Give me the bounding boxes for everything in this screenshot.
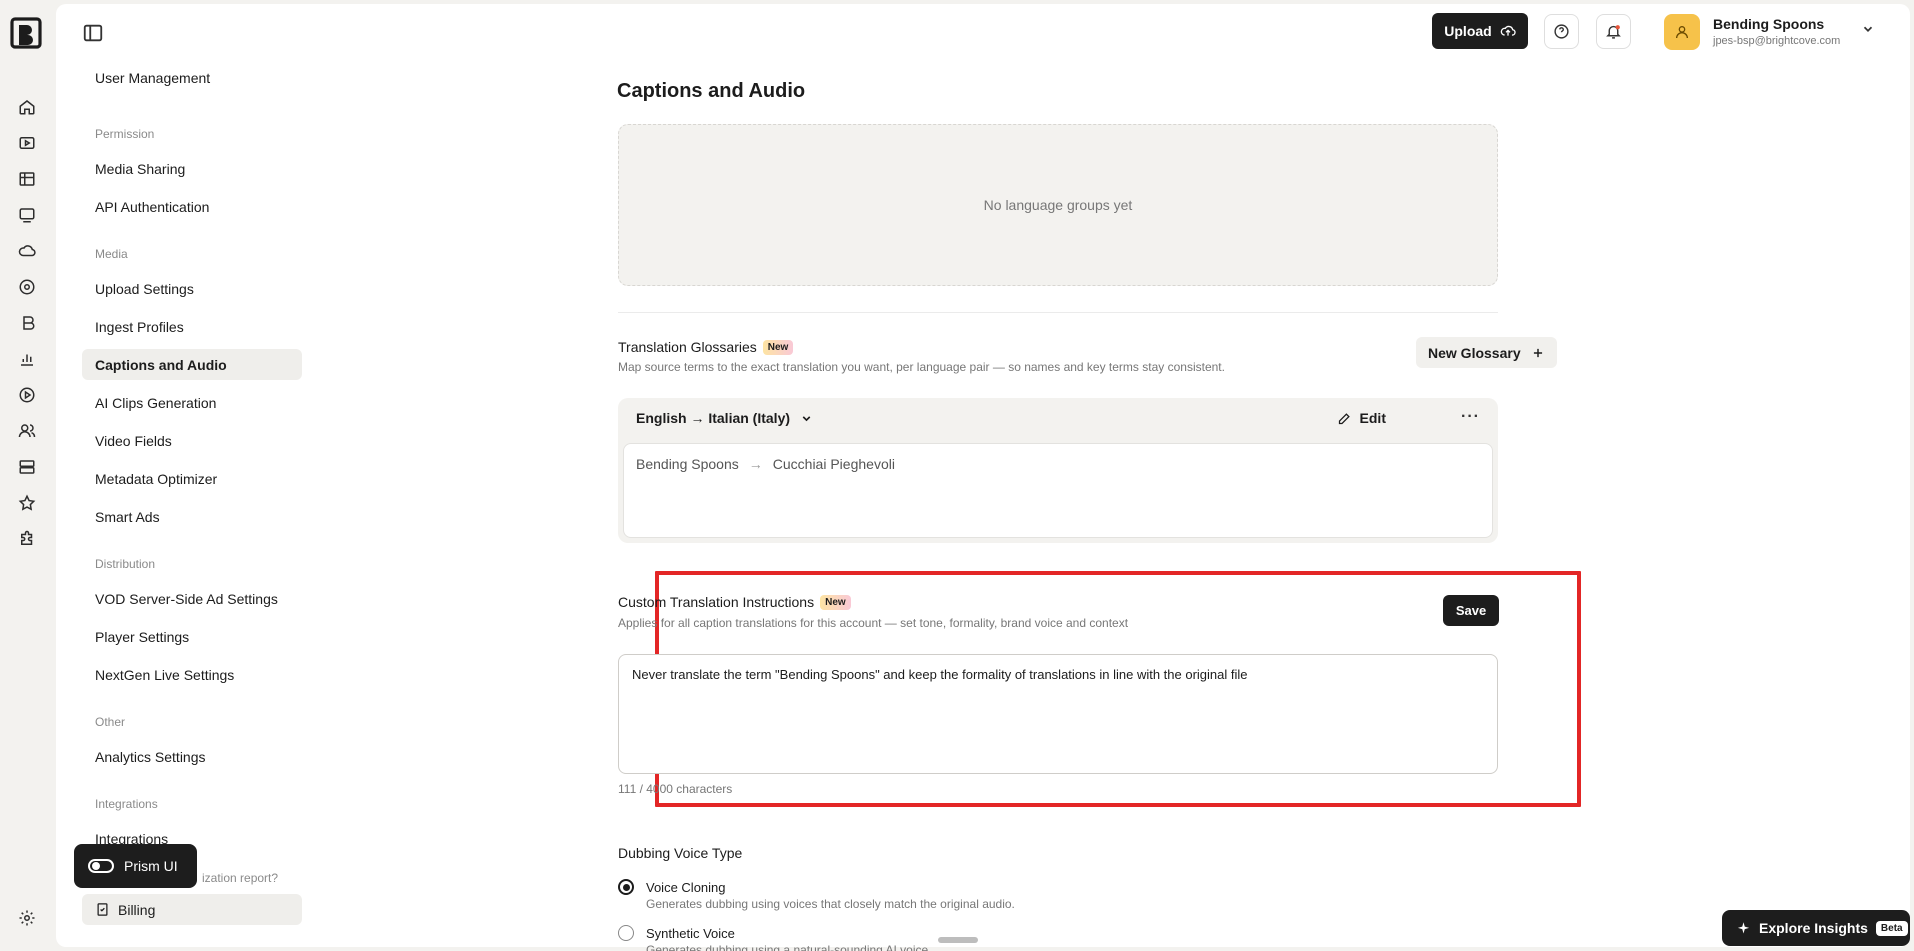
sidebar-item-ai-clips-generation[interactable]: AI Clips Generation (82, 387, 302, 418)
storage-icon[interactable] (14, 454, 40, 480)
bell-icon (1606, 25, 1621, 39)
voice-cloning-label: Voice Cloning (646, 880, 726, 895)
user-name[interactable]: Bending Spoons (1713, 16, 1824, 32)
custom-instructions-subtitle: Applies for all caption translations for… (618, 616, 1129, 630)
toggle-icon (88, 859, 114, 873)
language-pair-dropdown[interactable]: English → Italian (Italy) (636, 410, 813, 426)
page-title: Captions and Audio (617, 80, 806, 102)
sidebar-toggle-icon[interactable] (82, 22, 104, 44)
live-icon[interactable] (14, 274, 40, 300)
sidebar-group-integrations: Integrations (95, 797, 158, 811)
settings-gear-icon[interactable] (14, 905, 40, 931)
prism-ui-toggle[interactable]: Prism UI (74, 844, 197, 888)
notifications-button[interactable] (1596, 14, 1631, 49)
sidebar-item-vod-ssai[interactable]: VOD Server-Side Ad Settings (82, 583, 302, 614)
glossaries-subtitle: Map source terms to the exact translatio… (618, 360, 1225, 374)
glossary-terms-list: Bending Spoons → Cucchiai Pieghevoli (623, 443, 1493, 538)
edit-glossary-button[interactable]: Edit (1337, 410, 1386, 426)
receipt-icon (97, 903, 108, 916)
icon-rail (0, 0, 56, 951)
sidebar-item-billing[interactable]: Billing (82, 894, 302, 925)
pencil-icon (1338, 412, 1350, 424)
gallery-icon[interactable] (14, 310, 40, 336)
new-glossary-button[interactable]: New Glossary (1416, 337, 1557, 368)
sidebar-item-upload-settings[interactable]: Upload Settings (82, 273, 302, 304)
save-button[interactable]: Save (1443, 595, 1499, 626)
sidebar-item-metadata-optimizer[interactable]: Metadata Optimizer (82, 463, 302, 494)
section-divider (618, 312, 1498, 313)
sparkle-icon (1737, 921, 1750, 933)
sidebar-item-player-settings[interactable]: Player Settings (82, 621, 302, 652)
analytics-icon[interactable] (14, 346, 40, 372)
synthetic-voice-desc: Generates dubbing using a natural-soundi… (646, 943, 932, 951)
player-icon[interactable] (14, 202, 40, 228)
glossary-card: English → Italian (Italy) Edit ··· Bendi… (618, 398, 1498, 543)
sidebar-item-ingest-profiles[interactable]: Ingest Profiles (82, 311, 302, 342)
help-button[interactable] (1544, 14, 1579, 49)
help-icon (1554, 24, 1569, 39)
cloud-icon[interactable] (14, 238, 40, 264)
upload-cloud-icon (1500, 25, 1516, 36)
char-count: 111 / 4000 characters (618, 782, 733, 796)
table-icon[interactable] (14, 166, 40, 192)
more-options-button[interactable]: ··· (1461, 408, 1480, 426)
language-groups-empty: No language groups yet (618, 124, 1498, 286)
users-icon[interactable] (14, 418, 40, 444)
new-badge: New (820, 594, 851, 610)
scroll-handle[interactable] (938, 937, 978, 943)
sidebar-group-media: Media (95, 247, 128, 261)
user-avatar[interactable] (1664, 14, 1700, 50)
glossaries-title: Translation Glossaries New (618, 339, 794, 355)
sidebar-item-user-management[interactable]: User Management (82, 72, 302, 86)
custom-instructions-title: Custom Translation Instructions New (618, 594, 851, 610)
sidebar-item-captions-and-audio[interactable]: Captions and Audio (82, 349, 302, 380)
synthetic-voice-label: Synthetic Voice (646, 926, 735, 941)
chevron-down-icon[interactable] (1861, 22, 1875, 36)
arrow-right-icon: → (748, 456, 763, 472)
sidebar-item-media-sharing[interactable]: Media Sharing (82, 153, 302, 184)
sidebar-group-distribution: Distribution (95, 557, 156, 571)
radio-synthetic-voice[interactable] (618, 925, 634, 941)
glossary-term-row[interactable]: Bending Spoons → Cucchiai Pieghevoli (636, 456, 895, 472)
puzzle-icon[interactable] (14, 526, 40, 552)
brand-logo-icon[interactable] (9, 16, 43, 50)
explore-insights-button[interactable]: Explore Insights Beta (1722, 910, 1910, 946)
play-circle-icon[interactable] (14, 382, 40, 408)
upload-button[interactable]: Upload (1432, 13, 1528, 49)
sidebar-item-analytics-settings[interactable]: Analytics Settings (82, 741, 302, 772)
sidebar-item-api-authentication[interactable]: API Authentication (82, 191, 302, 222)
dubbing-title: Dubbing Voice Type (618, 845, 743, 861)
org-report-link[interactable]: ization report? (202, 871, 278, 885)
sidebar-item-video-fields[interactable]: Video Fields (82, 425, 302, 456)
sidebar-group-permission: Permission (95, 127, 155, 141)
home-icon[interactable] (14, 94, 40, 120)
sidebar-item-smart-ads[interactable]: Smart Ads (82, 501, 302, 532)
plus-icon (1533, 348, 1542, 357)
custom-instructions-textarea[interactable]: Never translate the term "Bending Spoons… (618, 654, 1498, 774)
user-icon (1676, 26, 1688, 39)
user-email: jpes-bsp@brightcove.com (1713, 35, 1841, 47)
app-frame: Upload Bending Spoons jpes-bsp@brightcov… (0, 0, 1914, 951)
beta-badge: Beta (1875, 920, 1908, 936)
video-icon[interactable] (14, 130, 40, 156)
new-badge: New (762, 339, 794, 355)
voice-cloning-desc: Generates dubbing using voices that clos… (646, 897, 1015, 911)
sidebar-group-other: Other (95, 715, 126, 729)
radio-voice-cloning[interactable] (618, 879, 634, 895)
star-icon[interactable] (14, 490, 40, 516)
sidebar-item-nextgen-live[interactable]: NextGen Live Settings (82, 659, 302, 690)
chevron-down-icon (802, 415, 811, 421)
